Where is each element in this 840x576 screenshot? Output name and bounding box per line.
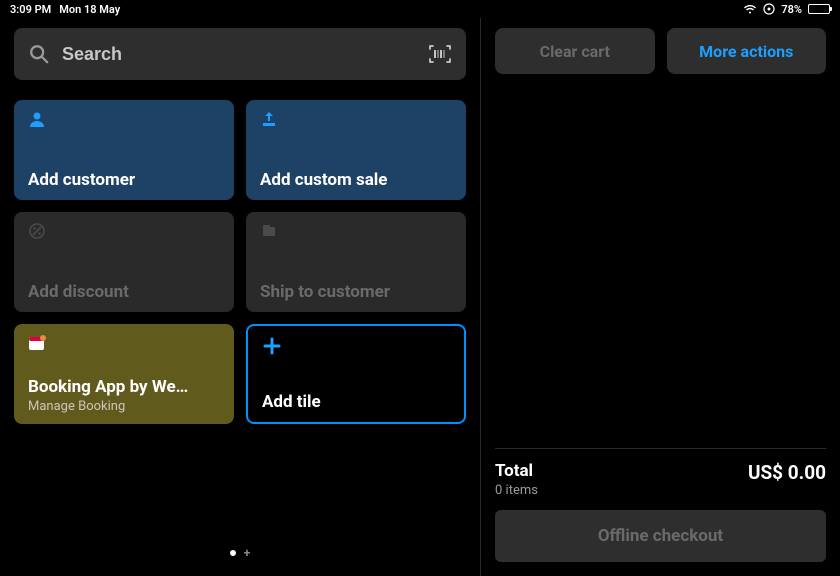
discount-icon — [28, 222, 46, 240]
button-label: Clear cart — [540, 42, 610, 61]
wifi-icon — [743, 4, 757, 14]
total-items-count: 0 items — [495, 483, 538, 498]
cart-total-row: Total 0 items US$ 0.00 — [495, 448, 826, 498]
status-time: 3:09 PM — [10, 3, 51, 16]
tile-label: Ship to customer — [260, 282, 452, 302]
button-label: More actions — [699, 42, 793, 61]
search-bar[interactable] — [14, 28, 466, 80]
person-icon — [28, 110, 46, 128]
status-date: Mon 18 May — [59, 3, 120, 16]
more-actions-button[interactable]: More actions — [667, 28, 827, 74]
cart-pane: Clear cart More actions Total 0 items US… — [480, 18, 840, 576]
package-icon — [260, 222, 278, 240]
page-indicator: + — [14, 546, 466, 560]
clear-cart-button[interactable]: Clear cart — [495, 28, 655, 74]
ship-to-customer-tile[interactable]: Ship to customer — [246, 212, 466, 312]
checkout-button[interactable]: Offline checkout — [495, 510, 826, 562]
add-tile-button[interactable]: Add tile — [246, 324, 466, 424]
add-discount-tile[interactable]: Add discount — [14, 212, 234, 312]
upload-icon — [260, 110, 278, 128]
tile-label: Add custom sale — [260, 170, 452, 190]
search-input[interactable] — [62, 44, 416, 65]
add-custom-sale-tile[interactable]: Add custom sale — [246, 100, 466, 200]
plus-icon — [262, 336, 280, 354]
booking-app-tile[interactable]: Booking App by We… Manage Booking — [14, 324, 234, 424]
add-page-icon[interactable]: + — [244, 546, 251, 560]
tile-label: Booking App by We… — [28, 377, 220, 397]
total-label: Total — [495, 461, 538, 481]
button-label: Offline checkout — [598, 526, 723, 546]
tile-label: Add tile — [262, 392, 450, 412]
tile-label: Add customer — [28, 170, 220, 190]
total-amount: US$ 0.00 — [748, 461, 826, 484]
search-icon — [28, 43, 50, 65]
cart-items-empty — [495, 74, 826, 448]
products-pane: Add customer Add custom sale Add discoun… — [0, 18, 480, 576]
tile-sublabel: Manage Booking — [28, 399, 220, 414]
tile-label: Add discount — [28, 282, 220, 302]
barcode-icon[interactable] — [428, 44, 452, 64]
battery-icon — [808, 4, 830, 14]
calendar-app-icon — [28, 334, 46, 352]
page-dot[interactable] — [230, 550, 236, 556]
add-customer-tile[interactable]: Add customer — [14, 100, 234, 200]
sync-icon — [763, 3, 775, 15]
status-bar: 3:09 PM Mon 18 May 78% — [0, 0, 840, 18]
battery-percent: 78% — [781, 3, 802, 16]
